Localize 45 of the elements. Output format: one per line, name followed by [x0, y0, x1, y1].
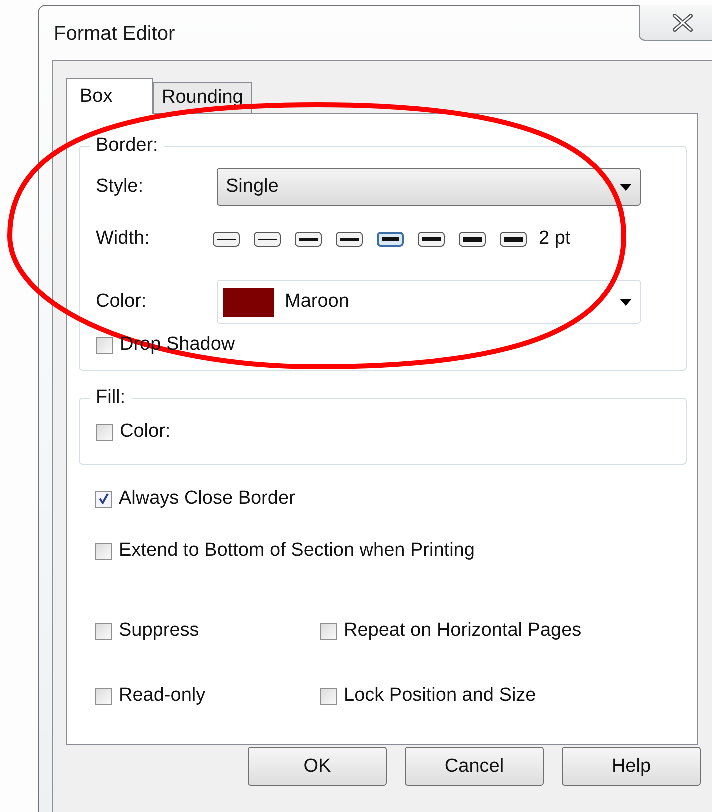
- line-width-option[interactable]: [254, 232, 281, 246]
- checkbox[interactable]: Always Close Border: [95, 488, 687, 510]
- tab[interactable]: Box: [66, 78, 153, 114]
- line-width-option[interactable]: [295, 232, 322, 246]
- checkbox-label: Suppress: [119, 620, 200, 642]
- line-width-option[interactable]: [213, 232, 240, 246]
- dialog-button[interactable]: OK: [248, 747, 387, 786]
- checkbox[interactable]: Color:: [96, 421, 686, 443]
- checkbox[interactable]: Repeat on Horizontal Pages: [320, 620, 687, 642]
- caret-icon: [620, 298, 632, 306]
- field-label: Style:: [96, 176, 145, 198]
- checkbox-box[interactable]: [95, 542, 112, 560]
- field-label: Color:: [96, 291, 148, 313]
- checkbox[interactable]: Extend to Bottom of Section when Printing: [95, 540, 687, 562]
- close-button[interactable]: [639, 5, 712, 41]
- line-width-option[interactable]: [418, 232, 445, 246]
- checkbox-box[interactable]: [320, 688, 337, 704]
- line-width-option[interactable]: [500, 232, 527, 246]
- checkbox-label: Read-only: [119, 685, 206, 707]
- close-icon: [672, 14, 694, 32]
- width-value: 2 pt: [539, 228, 571, 250]
- checkbox-box[interactable]: [320, 622, 337, 640]
- color-dropdown[interactable]: Maroon: [217, 280, 641, 324]
- style-dropdown[interactable]: Single: [217, 168, 641, 206]
- line-width-option[interactable]: [336, 232, 363, 246]
- checkbox-label: Repeat on Horizontal Pages: [344, 620, 582, 642]
- dialog-button[interactable]: Cancel: [405, 747, 544, 786]
- checkbox-label: Always Close Border: [119, 488, 296, 510]
- checkbox-box[interactable]: [96, 424, 113, 440]
- window-title: Format Editor: [54, 23, 176, 46]
- checkbox[interactable]: Suppress: [95, 620, 320, 642]
- dialog-button[interactable]: Help: [562, 747, 701, 786]
- checkbox[interactable]: Lock Position and Size: [320, 685, 687, 707]
- checkbox[interactable]: Read-only: [95, 685, 320, 707]
- caret-icon: [620, 184, 632, 190]
- checkbox-box[interactable]: [96, 336, 113, 354]
- line-width-option[interactable]: [459, 232, 486, 246]
- checkbox-box[interactable]: [95, 688, 112, 704]
- line-width-option[interactable]: [377, 232, 404, 246]
- checkbox-box[interactable]: [95, 622, 112, 640]
- field-label: Width:: [96, 228, 151, 250]
- checkbox-label: Lock Position and Size: [344, 685, 536, 707]
- checkbox-label: Extend to Bottom of Section when Printing: [119, 540, 475, 562]
- checkbox-label: Color:: [120, 421, 171, 443]
- checkbox-box[interactable]: [95, 490, 112, 508]
